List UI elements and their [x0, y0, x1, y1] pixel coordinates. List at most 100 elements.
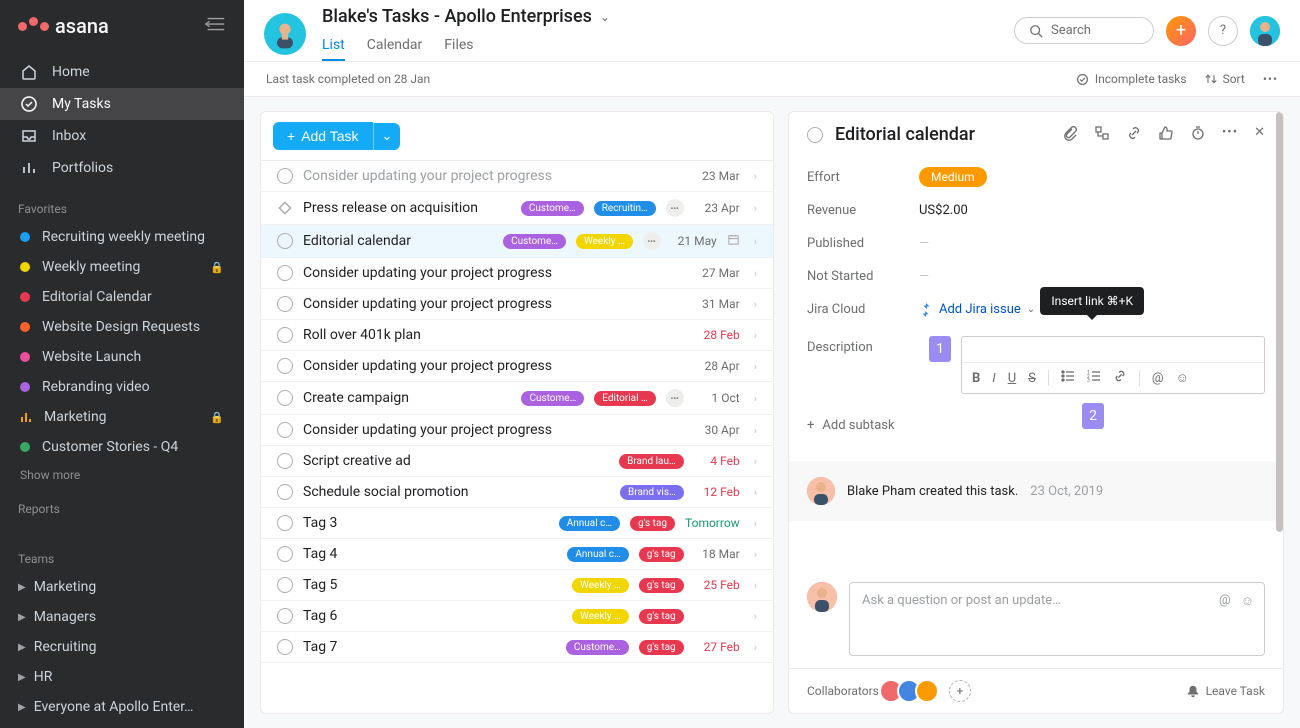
show-more-button[interactable]: Show more: [0, 462, 244, 488]
nav-inbox[interactable]: Inbox: [0, 120, 244, 152]
add-collaborator-button[interactable]: +: [949, 680, 971, 702]
team-item[interactable]: ▶Managers: [0, 602, 244, 632]
incomplete-filter[interactable]: Incomplete tasks: [1076, 72, 1187, 86]
task-check-icon[interactable]: [277, 233, 293, 249]
add-task-dropdown[interactable]: ⌄: [373, 123, 401, 150]
tag-pill[interactable]: Annual c…: [559, 516, 620, 531]
emoji-icon[interactable]: ☺: [1241, 593, 1254, 609]
emoji-icon[interactable]: ☺: [1176, 370, 1189, 386]
close-icon[interactable]: ✕: [1254, 125, 1265, 145]
task-row[interactable]: Consider updating your project progress …: [261, 351, 773, 382]
numbered-list-icon[interactable]: 123: [1087, 369, 1101, 387]
task-check-icon[interactable]: [277, 515, 293, 531]
task-row[interactable]: Press release on acquisition Custome…Rec…: [261, 192, 773, 225]
tab-files[interactable]: Files: [444, 31, 473, 61]
team-item[interactable]: ▶HR: [0, 662, 244, 692]
collaborator-avatars[interactable]: [885, 679, 939, 703]
leave-task-button[interactable]: Leave Task: [1186, 684, 1265, 698]
tag-pill[interactable]: Weekly …: [576, 234, 633, 249]
comment-input[interactable]: Ask a question or post an update… @ ☺: [849, 582, 1265, 656]
timer-icon[interactable]: [1190, 125, 1206, 145]
task-check-icon[interactable]: [277, 608, 293, 624]
task-row[interactable]: Create campaign Custome…Editorial … ••• …: [261, 382, 773, 415]
like-icon[interactable]: [1158, 125, 1174, 145]
favorite-item[interactable]: Editorial Calendar: [0, 282, 244, 312]
tag-pill[interactable]: Custome…: [521, 391, 584, 406]
team-item[interactable]: ▶Everyone at Apollo Enter…: [0, 692, 244, 722]
favorite-item[interactable]: Website Design Requests: [0, 312, 244, 342]
nav-my-tasks[interactable]: My Tasks: [0, 88, 244, 120]
task-row[interactable]: Tag 3 Annual c…g's tag ••• Tomorrow ›: [261, 508, 773, 539]
search-input[interactable]: Search: [1014, 17, 1154, 44]
bold-icon[interactable]: B: [972, 371, 980, 386]
tag-pill[interactable]: Weekly …: [572, 609, 629, 624]
effort-value[interactable]: Medium: [919, 167, 987, 187]
tag-pill[interactable]: Brand vis…: [620, 485, 684, 500]
italic-icon[interactable]: I: [992, 371, 995, 386]
team-item[interactable]: ▶Recruiting: [0, 632, 244, 662]
favorite-item[interactable]: Weekly meeting🔒: [0, 252, 244, 282]
mention-icon[interactable]: @: [1219, 593, 1231, 609]
task-row[interactable]: Tag 4 Annual c…g's tag ••• 18 Mar ›: [261, 539, 773, 570]
task-row[interactable]: Consider updating your project progress …: [261, 415, 773, 446]
tag-pill[interactable]: g's tag: [639, 640, 684, 655]
complete-check-icon[interactable]: [807, 127, 823, 143]
collaborator-avatar[interactable]: [915, 679, 939, 703]
tag-pill[interactable]: Recruitin…: [594, 201, 656, 216]
insert-link-icon[interactable]: [1113, 369, 1127, 387]
task-check-icon[interactable]: [277, 484, 293, 500]
nav-home[interactable]: Home: [0, 56, 244, 88]
more-tags-icon[interactable]: •••: [643, 232, 661, 250]
detail-scrollbar[interactable]: [1275, 112, 1283, 713]
favorite-item[interactable]: Customer Stories - Q4: [0, 432, 244, 462]
task-check-icon[interactable]: [277, 296, 293, 312]
team-item[interactable]: ▶Marketing: [0, 572, 244, 602]
sort-button[interactable]: Sort: [1205, 72, 1245, 86]
task-row[interactable]: Schedule social promotion Brand vis… •••…: [261, 477, 773, 508]
task-row[interactable]: Script creative ad Brand lau… ••• 4 Feb …: [261, 446, 773, 477]
tag-pill[interactable]: Brand lau…: [619, 454, 684, 469]
task-check-icon[interactable]: [277, 422, 293, 438]
subtask-icon[interactable]: [1094, 125, 1110, 145]
tag-pill[interactable]: Custome…: [566, 640, 629, 655]
task-row[interactable]: Roll over 401k plan ••• 28 Feb ›: [261, 320, 773, 351]
calendar-icon[interactable]: [727, 233, 740, 250]
notstarted-value[interactable]: —: [919, 269, 1265, 284]
task-check-icon[interactable]: [277, 453, 293, 469]
add-task-button[interactable]: + Add Task: [273, 122, 373, 150]
link-icon[interactable]: [1126, 125, 1142, 145]
more-tags-icon[interactable]: •••: [666, 199, 684, 217]
task-row[interactable]: Tag 7 Custome…g's tag ••• 27 Feb ›: [261, 632, 773, 663]
tag-pill[interactable]: Weekly …: [572, 578, 629, 593]
attachment-icon[interactable]: [1062, 125, 1078, 145]
tag-pill[interactable]: g's tag: [630, 516, 675, 531]
milestone-icon[interactable]: [277, 200, 293, 216]
revenue-value[interactable]: US$2.00: [919, 203, 1265, 218]
tag-pill[interactable]: Custome…: [503, 234, 566, 249]
tag-pill[interactable]: Custome…: [521, 201, 584, 216]
bullet-list-icon[interactable]: [1061, 369, 1075, 387]
more-tags-icon[interactable]: •••: [666, 389, 684, 407]
favorite-item[interactable]: Marketing🔒: [0, 402, 244, 432]
task-check-icon[interactable]: [277, 546, 293, 562]
task-check-icon[interactable]: [277, 327, 293, 343]
task-check-icon[interactable]: [277, 265, 293, 281]
task-check-icon[interactable]: [277, 358, 293, 374]
task-check-icon[interactable]: [277, 390, 293, 406]
description-editor[interactable]: Insert link ⌘+K B I U S 123: [961, 336, 1265, 394]
task-row[interactable]: Consider updating your project progress …: [261, 258, 773, 289]
tab-list[interactable]: List: [322, 31, 345, 61]
tab-calendar[interactable]: Calendar: [367, 31, 423, 61]
detail-title[interactable]: Editorial calendar: [835, 124, 1050, 145]
favorite-item[interactable]: Rebranding video: [0, 372, 244, 402]
nav-portfolios[interactable]: Portfolios: [0, 152, 244, 184]
favorite-item[interactable]: Website Launch: [0, 342, 244, 372]
task-check-icon[interactable]: [277, 639, 293, 655]
tag-pill[interactable]: Editorial …: [594, 391, 655, 406]
strike-icon[interactable]: S: [1028, 371, 1036, 386]
tag-pill[interactable]: g's tag: [639, 578, 684, 593]
task-row[interactable]: Tag 6 Weekly …g's tag ••• ›: [261, 601, 773, 632]
tag-pill[interactable]: g's tag: [639, 609, 684, 624]
task-check-icon[interactable]: [277, 577, 293, 593]
task-check-icon[interactable]: [277, 168, 293, 184]
